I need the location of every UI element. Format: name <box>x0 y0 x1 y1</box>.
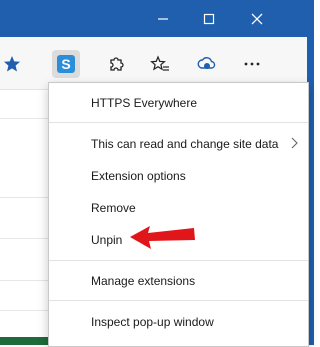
close-icon <box>251 13 263 24</box>
menu-item-label: Remove <box>91 201 136 215</box>
divider <box>0 197 50 198</box>
star-icon <box>4 56 20 72</box>
menu-item-manage-extensions[interactable]: Manage extensions <box>49 266 308 296</box>
menu-item-label: Inspect pop-up window <box>91 315 214 329</box>
favorite-star-button[interactable] <box>0 50 26 78</box>
cloud-icon <box>197 57 216 69</box>
divider <box>0 118 50 119</box>
favorites-icon <box>150 55 169 71</box>
menu-item-label: This can read and change site data <box>91 137 279 151</box>
menu-separator <box>49 260 308 261</box>
more-button[interactable] <box>238 50 266 78</box>
menu-item-label: Manage extensions <box>91 274 196 288</box>
divider <box>0 280 50 281</box>
https-everywhere-extension-button[interactable]: S <box>52 50 80 78</box>
menu-item-inspect-popup[interactable]: Inspect pop-up window <box>49 307 308 337</box>
menu-item-https-everywhere[interactable]: HTTPS Everywhere <box>49 88 308 118</box>
cloud-button[interactable] <box>193 50 221 78</box>
close-button[interactable] <box>234 0 280 37</box>
minimize-icon <box>158 17 168 20</box>
menu-item-label: Unpin <box>91 233 123 247</box>
favorites-button[interactable] <box>146 50 174 78</box>
menu-item-site-access[interactable]: This can read and change site data <box>49 129 308 159</box>
menu-item-extension-options[interactable]: Extension options <box>49 161 308 191</box>
maximize-button[interactable] <box>186 0 232 37</box>
more-icon <box>244 62 260 66</box>
extension-context-menu: HTTPS Everywhere This can read and chang… <box>48 82 309 347</box>
maximize-icon <box>203 13 215 24</box>
title-bar <box>0 0 314 37</box>
menu-separator <box>49 122 308 123</box>
extensions-puzzle-icon <box>110 57 124 71</box>
minimize-button[interactable] <box>140 0 186 37</box>
extensions-button[interactable] <box>102 50 130 78</box>
menu-item-label: HTTPS Everywhere <box>91 96 198 110</box>
annotation-arrow-icon <box>130 226 195 249</box>
https-everywhere-extension-icon: S <box>57 55 75 73</box>
divider <box>0 238 50 239</box>
divider <box>0 310 50 311</box>
menu-item-remove[interactable]: Remove <box>49 193 308 223</box>
menu-item-label: Extension options <box>91 169 186 183</box>
chevron-right-icon <box>291 137 298 149</box>
menu-separator <box>49 300 308 301</box>
